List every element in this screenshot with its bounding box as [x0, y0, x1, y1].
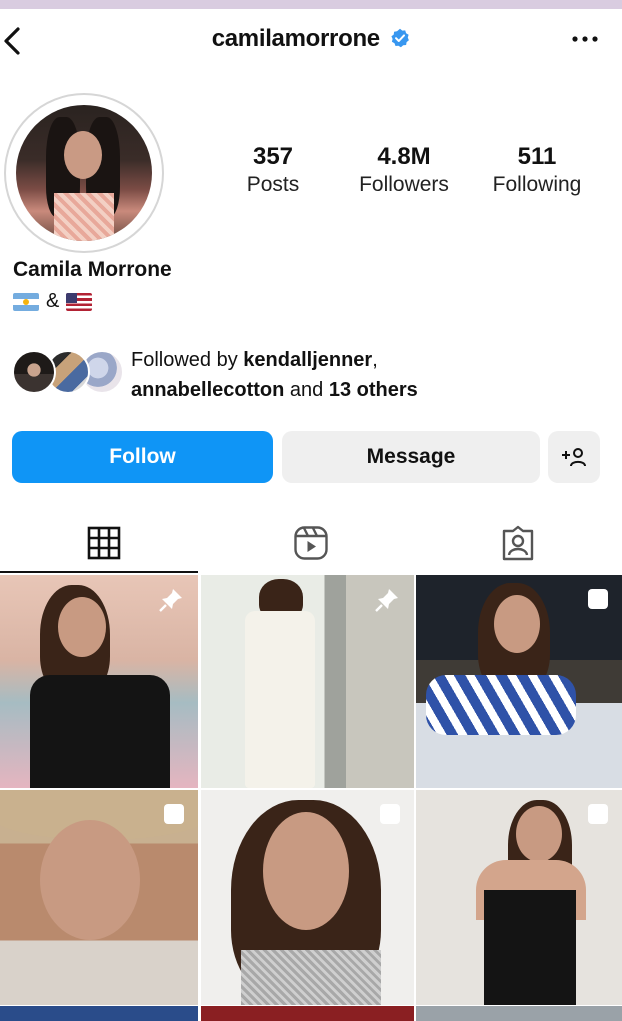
posts-count: 357	[252, 143, 294, 170]
status-bar-strip	[0, 0, 622, 9]
posts-stat[interactable]: 357 Posts	[235, 143, 311, 197]
mutual-followers-avatars[interactable]	[12, 350, 124, 398]
usa-flag-icon	[66, 292, 93, 311]
followed-by-sep: ,	[372, 349, 378, 371]
profile-header: camilamorrone	[0, 9, 622, 71]
followers-label: Followers	[359, 173, 449, 196]
post-thumbnail[interactable]	[201, 1006, 414, 1021]
post-thumbnail[interactable]	[416, 790, 622, 1005]
multiple-photos-icon	[164, 804, 184, 824]
mutual-others-link[interactable]: 13 others	[329, 379, 418, 401]
mutual-user-link[interactable]: kendalljenner	[243, 349, 372, 371]
post-thumbnail[interactable]	[0, 1006, 198, 1021]
tab-tagged[interactable]	[414, 515, 621, 571]
follow-button[interactable]: Follow	[12, 431, 273, 483]
pinned-icon	[375, 589, 398, 612]
verified-badge-icon	[391, 28, 410, 48]
post-thumbnail[interactable]	[0, 575, 198, 788]
message-button[interactable]: Message	[282, 431, 540, 483]
mutual-avatar	[12, 350, 56, 394]
following-label: Following	[492, 173, 582, 196]
profile-full-name: Camila Morrone	[13, 258, 172, 281]
post-thumbnail[interactable]	[416, 575, 622, 788]
post-thumbnail[interactable]	[201, 575, 414, 788]
argentina-flag-icon	[13, 292, 39, 311]
followed-by-and: and	[284, 379, 329, 401]
tab-posts-grid[interactable]	[0, 515, 207, 571]
tab-reels[interactable]	[207, 515, 414, 571]
pinned-icon	[159, 589, 182, 612]
followers-count: 4.8M	[377, 143, 431, 170]
multiple-photos-icon	[588, 804, 608, 824]
bio-separator: &	[46, 290, 60, 312]
following-count: 511	[517, 143, 557, 170]
active-tab-indicator	[0, 571, 198, 573]
posts-label: Posts	[246, 173, 300, 196]
followed-by-prefix: Followed by	[131, 349, 244, 371]
following-stat[interactable]: 511 Following	[482, 143, 592, 197]
reels-icon	[293, 526, 328, 560]
profile-avatar[interactable]	[4, 93, 164, 253]
more-options-icon[interactable]	[570, 27, 600, 51]
grid-icon	[87, 526, 120, 560]
post-thumbnail[interactable]	[416, 1006, 622, 1021]
post-thumbnail[interactable]	[0, 790, 198, 1005]
avatar-image	[16, 105, 152, 241]
post-thumbnail[interactable]	[201, 790, 414, 1005]
profile-bio: &	[13, 290, 93, 313]
followers-stat[interactable]: 4.8M Followers	[348, 143, 460, 197]
title-wrap: camilamorrone	[0, 25, 622, 53]
multiple-photos-icon	[380, 804, 400, 824]
suggested-users-button[interactable]	[548, 431, 600, 483]
mutual-user-link[interactable]: annabellecotton	[131, 379, 284, 401]
add-person-icon	[562, 448, 586, 467]
multiple-photos-icon	[588, 589, 608, 609]
followed-by-text[interactable]: Followed by kendalljenner, annabellecotto…	[131, 345, 591, 405]
profile-username: camilamorrone	[211, 25, 380, 52]
tagged-icon	[502, 525, 533, 561]
